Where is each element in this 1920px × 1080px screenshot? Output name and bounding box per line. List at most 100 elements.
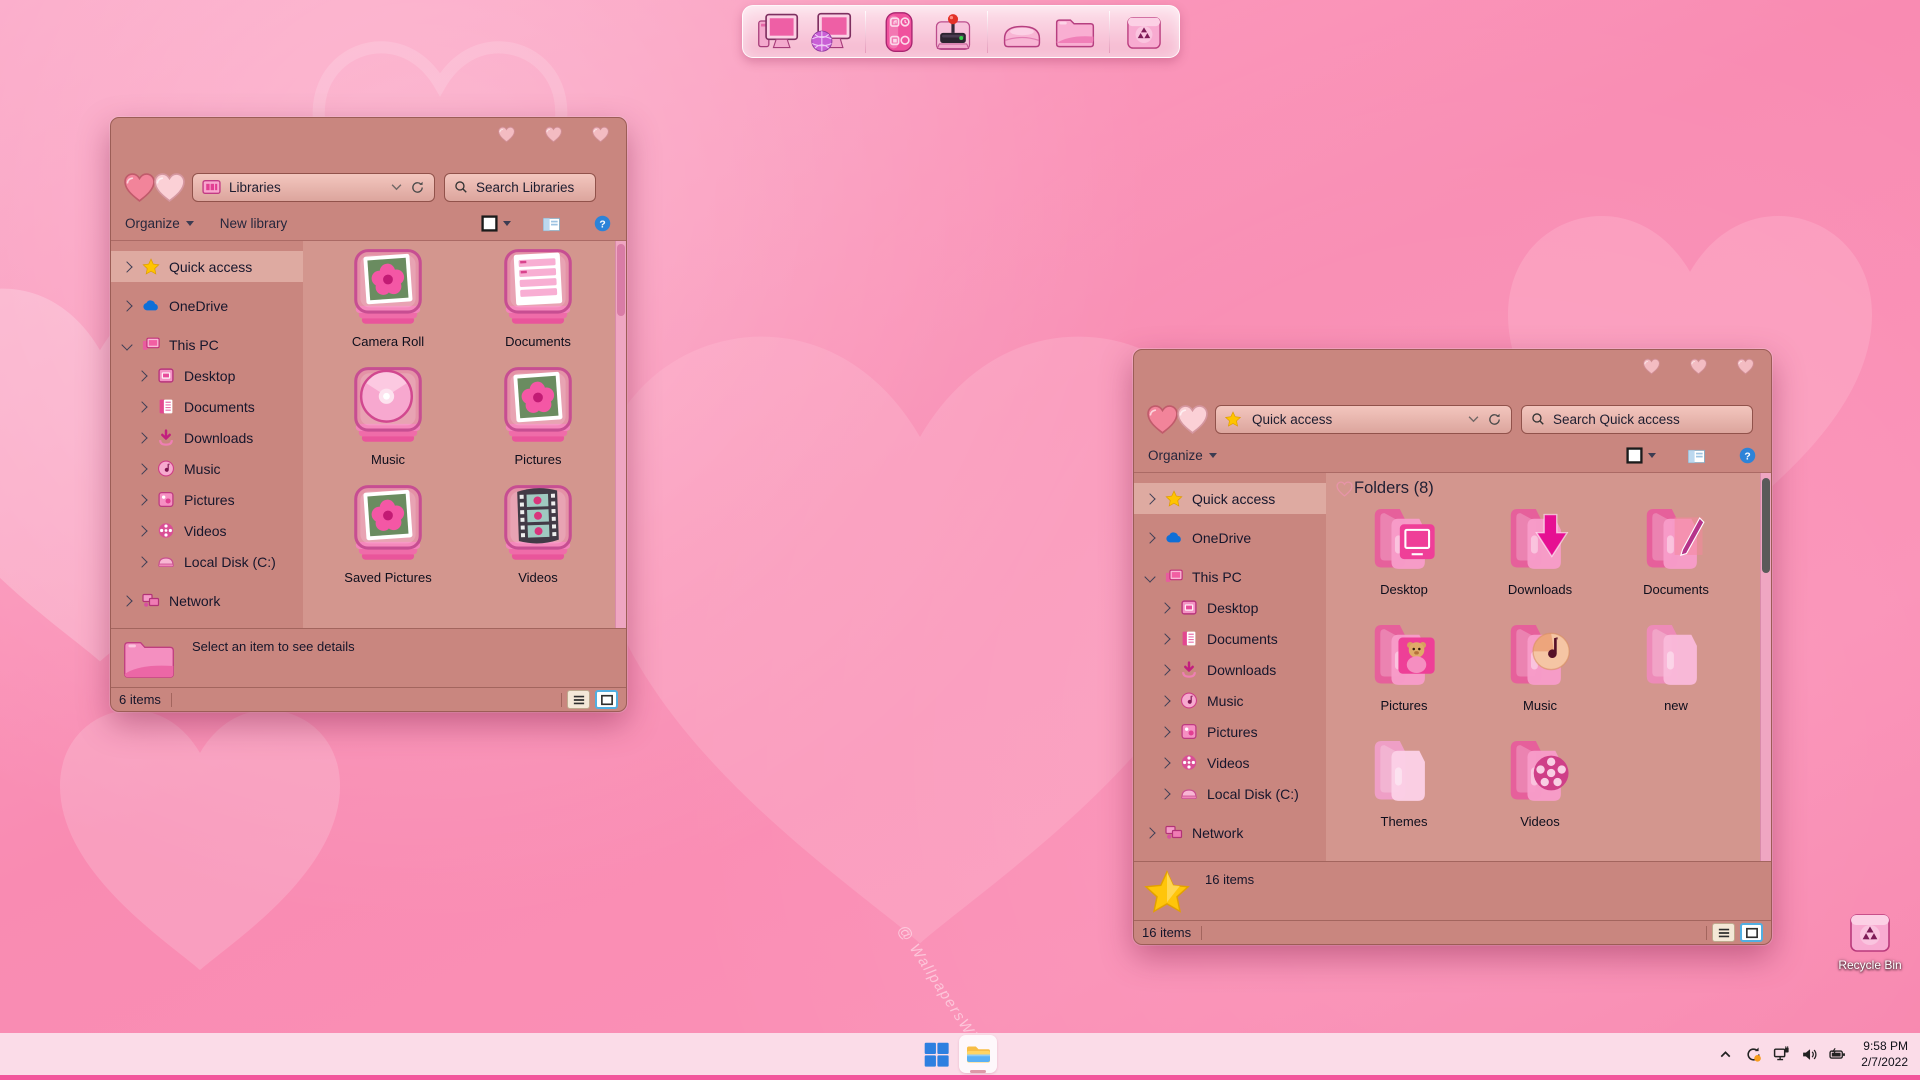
expand-chevron-icon[interactable] (1159, 787, 1171, 800)
sidebar-item-local-disk-c[interactable]: Local Disk (C:) (111, 546, 303, 577)
sidebar-item-desktop[interactable]: Desktop (111, 360, 303, 391)
sidebar-item-downloads[interactable]: Downloads (1134, 654, 1326, 685)
file-item-music[interactable]: Music (1472, 618, 1608, 734)
new-library-button[interactable]: New library (220, 216, 288, 231)
forward-button[interactable] (1174, 404, 1211, 435)
expand-chevron-icon[interactable] (121, 299, 133, 312)
organize-button[interactable]: Organize (1148, 448, 1217, 463)
sidebar-item-local-disk-c[interactable]: Local Disk (C:) (1134, 778, 1326, 809)
minimize-button[interactable] (1642, 358, 1661, 375)
file-item-documents[interactable]: Documents (1608, 502, 1744, 618)
expand-chevron-icon[interactable] (1159, 725, 1171, 738)
file-explorer-taskbar-button[interactable] (959, 1035, 997, 1073)
thumbnail-view-toggle[interactable] (1740, 923, 1763, 942)
file-item-downloads[interactable]: Downloads (1472, 502, 1608, 618)
file-item-camera-roll[interactable]: Camera Roll (313, 246, 463, 364)
sidebar-item-pictures[interactable]: Pictures (1134, 716, 1326, 747)
chevron-down-icon[interactable] (391, 183, 402, 191)
sidebar-item-documents[interactable]: Documents (1134, 623, 1326, 654)
file-item-desktop[interactable]: Desktop (1336, 502, 1472, 618)
tray-network-icon[interactable] (1773, 1045, 1790, 1063)
expand-chevron-icon[interactable] (1144, 826, 1156, 839)
sidebar-item-this-pc[interactable]: This PC (1134, 561, 1326, 592)
sidebar-item-quick-access[interactable]: Quick access (1134, 483, 1326, 514)
scrollbar[interactable] (1760, 473, 1771, 861)
dock-internet-button[interactable] (808, 9, 854, 55)
expand-chevron-icon[interactable] (136, 369, 148, 382)
explorer-window-quick-access[interactable]: Quick access Search Quick access Organiz… (1133, 349, 1772, 945)
change-view-button[interactable] (1626, 447, 1656, 464)
titlebar[interactable] (1134, 350, 1771, 399)
search-input[interactable]: Search Libraries (444, 172, 596, 202)
minimize-button[interactable] (497, 126, 516, 143)
sidebar-item-this-pc[interactable]: This PC (111, 329, 303, 360)
close-button[interactable] (591, 126, 610, 143)
expand-chevron-icon[interactable] (136, 493, 148, 506)
file-item-saved-pictures[interactable]: Saved Pictures (313, 482, 463, 600)
refresh-icon[interactable] (1487, 412, 1502, 427)
expand-chevron-icon[interactable] (1159, 756, 1171, 769)
sidebar-item-onedrive[interactable]: OneDrive (1134, 522, 1326, 553)
expand-chevron-icon[interactable] (121, 338, 133, 351)
organize-button[interactable]: Organize (125, 216, 194, 231)
expand-chevron-icon[interactable] (1159, 632, 1171, 645)
dock-computer-button[interactable] (755, 9, 801, 55)
expand-chevron-icon[interactable] (136, 462, 148, 475)
tray-battery-icon[interactable] (1829, 1046, 1846, 1063)
sidebar-item-network[interactable]: Network (111, 585, 303, 616)
expand-chevron-icon[interactable] (1159, 663, 1171, 676)
dock-folder-button[interactable] (1052, 9, 1098, 55)
expand-chevron-icon[interactable] (1159, 694, 1171, 707)
list-view-toggle[interactable] (567, 690, 590, 709)
dock-drive-button[interactable] (999, 9, 1045, 55)
thumbnail-view-toggle[interactable] (595, 690, 618, 709)
sidebar-item-videos[interactable]: Videos (1134, 747, 1326, 778)
file-item-new[interactable]: new (1608, 618, 1744, 734)
sidebar-item-music[interactable]: Music (1134, 685, 1326, 716)
search-input[interactable]: Search Quick access (1521, 404, 1753, 434)
scrollbar-thumb[interactable] (617, 244, 625, 316)
file-item-music[interactable]: Music (313, 364, 463, 482)
sidebar-item-quick-access[interactable]: Quick access (111, 251, 303, 282)
scrollbar-thumb[interactable] (1762, 478, 1770, 573)
list-view-toggle[interactable] (1712, 923, 1735, 942)
sidebar-item-pictures[interactable]: Pictures (111, 484, 303, 515)
expand-chevron-icon[interactable] (1144, 531, 1156, 544)
dock-recycle-button[interactable] (1121, 9, 1167, 55)
refresh-icon[interactable] (410, 180, 425, 195)
titlebar[interactable] (111, 118, 626, 167)
scrollbar[interactable] (615, 241, 626, 628)
help-button[interactable]: ? (1739, 447, 1757, 465)
tray-volume-icon[interactable] (1801, 1046, 1818, 1063)
file-item-pictures[interactable]: Pictures (463, 364, 613, 482)
preview-pane-button[interactable] (543, 216, 562, 232)
sidebar-item-desktop[interactable]: Desktop (1134, 592, 1326, 623)
expand-chevron-icon[interactable] (1144, 570, 1156, 583)
chevron-down-icon[interactable] (1468, 415, 1479, 423)
taskbar-clock[interactable]: 9:58 PM 2/7/2022 (1861, 1038, 1908, 1070)
dock-widgets-button[interactable] (877, 9, 923, 55)
tray-hidden-icons-icon[interactable] (1717, 1046, 1734, 1063)
expand-chevron-icon[interactable] (136, 524, 148, 537)
file-item-videos[interactable]: Videos (463, 482, 613, 600)
sidebar-item-music[interactable]: Music (111, 453, 303, 484)
expand-chevron-icon[interactable] (1144, 492, 1156, 505)
expand-chevron-icon[interactable] (136, 555, 148, 568)
sidebar-item-videos[interactable]: Videos (111, 515, 303, 546)
file-item-pictures[interactable]: Pictures (1336, 618, 1472, 734)
expand-chevron-icon[interactable] (136, 431, 148, 444)
address-bar[interactable]: Libraries (192, 172, 435, 202)
forward-button[interactable] (151, 172, 188, 203)
close-button[interactable] (1736, 358, 1755, 375)
maximize-button[interactable] (1689, 358, 1708, 375)
file-item-themes[interactable]: Themes (1336, 734, 1472, 850)
maximize-button[interactable] (544, 126, 563, 143)
file-item-documents[interactable]: Documents (463, 246, 613, 364)
recycle-bin-desktop-icon[interactable]: Recycle Bin (1834, 906, 1906, 972)
sidebar-item-network[interactable]: Network (1134, 817, 1326, 848)
expand-chevron-icon[interactable] (136, 400, 148, 413)
tray-sync-icon[interactable] (1745, 1046, 1762, 1063)
sidebar-item-documents[interactable]: Documents (111, 391, 303, 422)
expand-chevron-icon[interactable] (121, 594, 133, 607)
sidebar-item-onedrive[interactable]: OneDrive (111, 290, 303, 321)
